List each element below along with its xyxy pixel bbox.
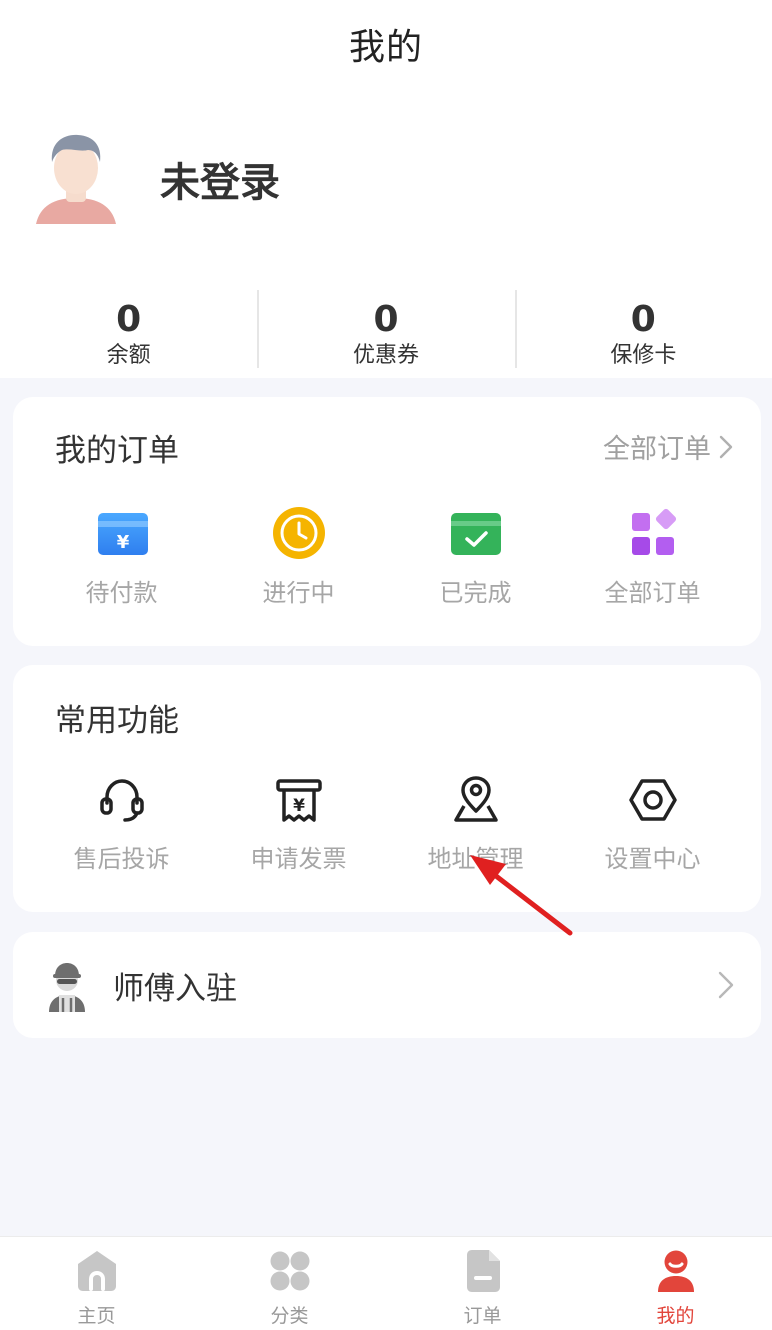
stat-value: 0 — [373, 299, 399, 340]
svg-text:¥: ¥ — [116, 532, 129, 553]
stat-value: 0 — [116, 299, 142, 340]
orders-grid: ¥ 待付款 进行中 已完成 全部订单 — [33, 505, 741, 608]
function-invoice[interactable]: ¥ 申请发票 — [210, 775, 387, 874]
profile-icon — [657, 1250, 694, 1292]
order-item-label: 全部订单 — [604, 579, 701, 607]
my-orders-card: 我的订单 全部订单 ¥ 待付款 进行中 已完成 全部订单 — [13, 397, 761, 646]
tab-home[interactable]: 主页 — [0, 1237, 193, 1330]
functions-grid: 售后投诉 ¥ 申请发票 地址管理 设置中心 — [33, 775, 741, 874]
svg-text:¥: ¥ — [293, 796, 305, 816]
master-join-row[interactable]: 师傅入驻 — [13, 932, 761, 1038]
order-icon — [466, 1250, 500, 1292]
tab-label: 我的 — [656, 1305, 695, 1327]
order-pending-payment[interactable]: ¥ 待付款 — [33, 505, 210, 608]
profile-header-area: 我的 未登录 0 余额 0 优惠券 0 保修卡 — [0, 0, 772, 378]
invoice-icon: ¥ — [275, 779, 322, 822]
category-icon — [270, 1251, 309, 1291]
headset-icon — [99, 779, 144, 822]
tab-category[interactable]: 分类 — [193, 1237, 386, 1330]
tab-label: 订单 — [463, 1305, 502, 1327]
order-item-label: 待付款 — [85, 579, 158, 607]
functions-title: 常用功能 — [55, 703, 179, 739]
chevron-right-icon — [719, 435, 733, 458]
order-completed[interactable]: 已完成 — [387, 505, 564, 608]
function-after-sales[interactable]: 售后投诉 — [33, 775, 210, 874]
bottom-tab-bar: 主页 分类 订单 我的 — [0, 1236, 772, 1330]
tab-orders[interactable]: 订单 — [386, 1237, 579, 1330]
tab-label: 主页 — [77, 1305, 116, 1327]
chevron-right-icon — [718, 971, 734, 999]
location-icon — [453, 776, 498, 822]
check-card-icon — [450, 513, 501, 555]
order-item-label: 已完成 — [439, 579, 512, 607]
home-icon — [77, 1251, 116, 1291]
all-orders-label: 全部订单 — [603, 434, 711, 465]
function-item-label: 设置中心 — [604, 845, 701, 873]
login-status[interactable]: 未登录 — [160, 150, 280, 208]
settings-hexagon-icon — [628, 779, 677, 821]
tab-profile[interactable]: 我的 — [579, 1237, 772, 1330]
order-item-label: 进行中 — [262, 579, 335, 607]
stat-label: 保修卡 — [610, 343, 677, 368]
stat-coupons[interactable]: 0 优惠券 — [257, 288, 514, 370]
function-item-label: 地址管理 — [427, 845, 524, 873]
function-item-label: 售后投诉 — [73, 845, 170, 873]
page-title: 我的 — [348, 27, 423, 68]
stat-label: 优惠券 — [352, 343, 419, 368]
all-orders-link[interactable]: 全部订单 — [603, 427, 733, 466]
yuan-card-icon: ¥ — [97, 513, 148, 555]
worker-icon — [49, 963, 85, 1012]
order-in-progress[interactable]: 进行中 — [210, 505, 387, 608]
stats-row: 0 余额 0 优惠券 0 保修卡 — [0, 288, 772, 370]
function-settings[interactable]: 设置中心 — [564, 775, 741, 874]
stat-value: 0 — [630, 299, 656, 340]
tab-label: 分类 — [270, 1305, 309, 1327]
user-avatar-icon[interactable] — [32, 128, 120, 228]
common-functions-card: 常用功能 售后投诉 ¥ 申请发票 地址管理 设置中心 — [13, 665, 761, 912]
clock-icon — [272, 507, 325, 559]
grid-icon — [631, 508, 676, 555]
stat-balance[interactable]: 0 余额 — [0, 288, 257, 370]
orders-title: 我的订单 — [55, 433, 179, 469]
order-all[interactable]: 全部订单 — [564, 505, 741, 608]
function-address[interactable]: 地址管理 — [387, 775, 564, 874]
stat-label: 余额 — [106, 343, 151, 368]
function-item-label: 申请发票 — [250, 845, 347, 873]
master-join-label: 师傅入驻 — [113, 971, 237, 1007]
stat-warranty[interactable]: 0 保修卡 — [514, 288, 772, 370]
